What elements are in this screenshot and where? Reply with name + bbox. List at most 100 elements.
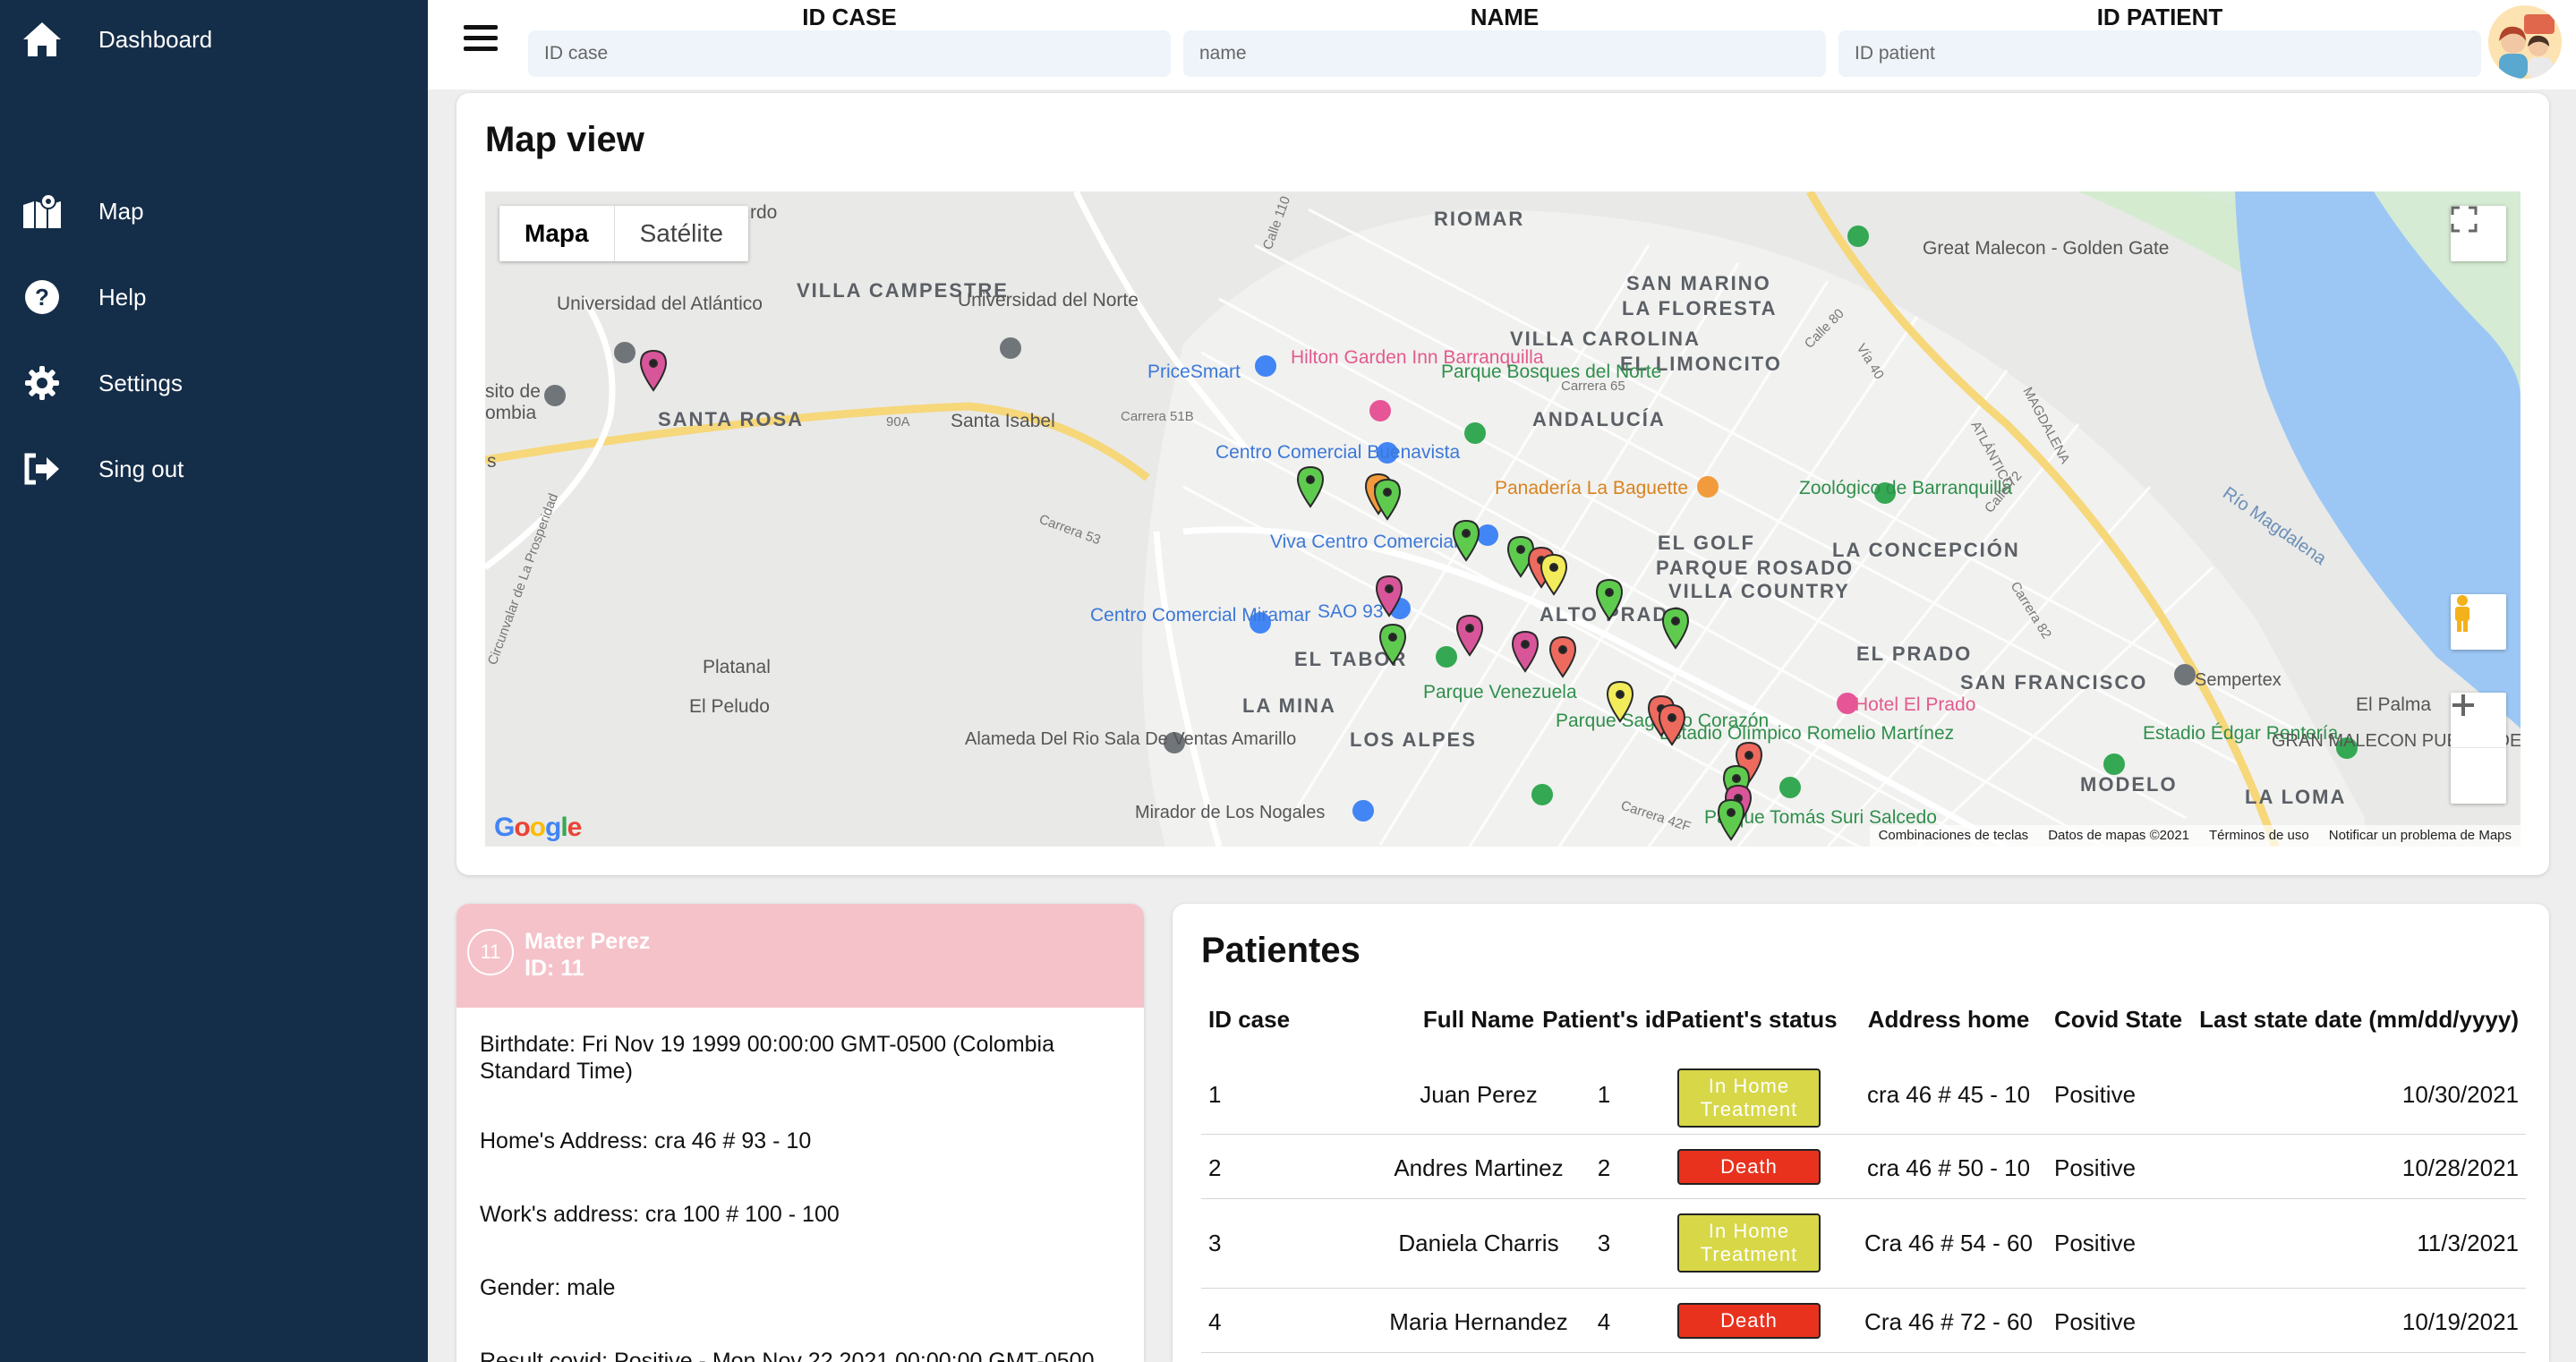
map-label: EL PRADO: [1856, 643, 1972, 665]
map-label: Hotel El Prado: [1855, 694, 1975, 715]
map-type-satellite[interactable]: Satélite: [613, 206, 748, 261]
fullscreen-icon[interactable]: [2451, 206, 2506, 261]
sidebar-item-label: Map: [98, 197, 144, 225]
search-id-case: ID CASE: [528, 0, 1171, 77]
patient-birthdate: Birthdate: Fri Nov 19 1999 00:00:00 GMT-…: [480, 1032, 1055, 1084]
sidebar-item-map[interactable]: Map: [0, 175, 428, 247]
cell-last-date: 11/3/2021: [2417, 1230, 2519, 1256]
sidebar-item-signout[interactable]: Sing out: [0, 433, 428, 505]
terms-link[interactable]: Términos de uso: [2209, 828, 2309, 844]
map-label: Centro Comercial Miramar: [1090, 605, 1310, 626]
map-card: Map view RIOMAR VILLA CAMPESTRE SANTA RO…: [456, 93, 2549, 875]
cell-last-date: 10/19/2021: [2401, 1308, 2519, 1335]
map-label: Zoológico de Barranquilla: [1799, 478, 2012, 498]
sidebar-item-label: Settings: [98, 369, 183, 396]
zoom-control: [2451, 693, 2506, 804]
table-row[interactable]: 2 Andres Martinez 2 Death cra 46 # 50 - …: [1201, 1135, 2526, 1199]
map-label: Mirador de Los Nogales: [1135, 803, 1325, 822]
cell-covid-state: Positive: [2054, 1308, 2137, 1335]
sidebar-item-settings[interactable]: Settings: [0, 347, 428, 419]
table-row[interactable]: 4 Maria Hernandez 4 Death Cra 46 # 72 - …: [1201, 1289, 2526, 1353]
id-patient-input[interactable]: [1838, 30, 2481, 77]
keyboard-shortcuts-link[interactable]: Combinaciones de teclas: [1879, 828, 2029, 844]
cell-covid-state: Positive: [2054, 1230, 2137, 1256]
menu-icon[interactable]: [464, 25, 498, 57]
map-label: LA FLORESTA: [1622, 297, 1778, 319]
column-header: Covid State: [2054, 1006, 2183, 1033]
patient-gender: Gender: male: [480, 1275, 616, 1300]
map-label: Viva Centro Comercial: [1270, 532, 1458, 552]
top-bar: ID CASE NAME ID PATIENT: [428, 0, 2576, 89]
google-logo: Google: [494, 813, 582, 842]
map-type-map[interactable]: Mapa: [499, 206, 614, 261]
map-label: Universidad del Norte: [958, 290, 1139, 311]
gear-icon: [20, 361, 64, 405]
map-label: Great Malecon - Golden Gate: [1923, 238, 2169, 259]
help-icon: ?: [20, 275, 64, 319]
id-case-input[interactable]: [528, 30, 1171, 77]
map-label: MODELO: [2080, 773, 2178, 796]
map-label: Centro Comercial Buenavista: [1215, 442, 1460, 463]
sidebar-item-help[interactable]: ? Help: [0, 261, 428, 333]
status-badge: In Home Treatment: [1677, 1068, 1821, 1128]
cell-id-case: 1: [1208, 1081, 1222, 1108]
map-label: PriceSmart: [1147, 362, 1241, 382]
patient-covid-result: Result covid: Positive - Mon Nov 22 2021…: [480, 1349, 1095, 1362]
map-data-credit: Datos de mapas ©2021: [2048, 828, 2190, 843]
map-label: sito de: [485, 381, 541, 402]
map-label: SAN MARINO: [1626, 272, 1771, 294]
search-label: ID PATIENT: [2096, 4, 2223, 30]
cell-patient-id: 3: [1597, 1230, 1611, 1256]
map-label: Parque Bosques del Norte: [1441, 362, 1661, 382]
map-label: RIOMAR: [1434, 208, 1524, 230]
report-problem-link[interactable]: Notificar un problema de Maps: [2329, 828, 2512, 844]
map-label: Platanal: [703, 657, 771, 677]
zoom-out-icon[interactable]: [2451, 703, 2506, 804]
cell-covid-state: Positive: [2054, 1081, 2137, 1108]
cell-address: cra 46 # 50 - 10: [1866, 1154, 2031, 1181]
map-label: Parque Venezuela: [1423, 682, 1577, 702]
map-label: LA LOMA: [2245, 786, 2346, 808]
status-badge: Death: [1677, 1303, 1821, 1339]
search-name: NAME: [1183, 0, 1826, 77]
table-row[interactable]: 1 Juan Perez 1 In Home Treatment cra 46 …: [1201, 1056, 2526, 1135]
patient-work-address: Work's address: cra 100 # 100 - 100: [480, 1202, 840, 1227]
map-label: ANDALUCÍA: [1532, 408, 1666, 430]
cell-id-case: 3: [1208, 1230, 1222, 1256]
sidebar-item-dashboard[interactable]: Dashboard: [0, 4, 428, 75]
status-badge: In Home Treatment: [1677, 1213, 1821, 1273]
map-label: LOS ALPES: [1350, 728, 1477, 751]
patient-card-header: 11 Mater Perez ID: 11: [456, 904, 1144, 1008]
cell-patient-id: 1: [1597, 1081, 1611, 1108]
cell-last-date: 10/28/2021: [2401, 1154, 2519, 1181]
table-row[interactable]: 3 Daniela Charris 3 In Home Treatment Cr…: [1201, 1199, 2526, 1289]
sidebar-item-label: Help: [98, 283, 147, 311]
avatar[interactable]: [2488, 5, 2562, 79]
cell-id-case: 4: [1208, 1308, 1222, 1335]
map-label: El Peludo: [689, 696, 770, 717]
patients-card: Patientes ID case Full Name Patient's id…: [1173, 904, 2549, 1362]
map-label: ombia: [485, 403, 537, 423]
cell-last-date: 10/30/2021: [2401, 1081, 2519, 1108]
patient-id: ID: 11: [525, 956, 584, 981]
map-label: SAN FRANCISCO: [1960, 671, 2147, 694]
name-input[interactable]: [1183, 30, 1826, 77]
map-view[interactable]: RIOMAR VILLA CAMPESTRE SANTA ROSA SAN MA…: [485, 192, 2521, 847]
map-label: Carrera 51B: [1121, 409, 1194, 424]
table-row[interactable]: [1201, 1353, 2526, 1362]
cell-covid-state: Positive: [2054, 1154, 2137, 1181]
map-label: Alameda Del Rio Sala De Ventas Amarillo: [965, 729, 1296, 749]
map-canvas[interactable]: RIOMAR VILLA CAMPESTRE SANTA ROSA SAN MA…: [485, 192, 2521, 847]
map-title: Map view: [485, 120, 644, 159]
table-header: ID case Full Name Patient's id Patient's…: [1201, 993, 2526, 1056]
patient-card: 11 Mater Perez ID: 11 Birthdate: Fri Nov…: [456, 904, 1144, 1362]
map-label: PARQUE ROSADO: [1656, 557, 1854, 579]
street-view-icon[interactable]: [2451, 594, 2506, 650]
map-label: 90A: [886, 414, 910, 430]
column-header: Address home: [1867, 1006, 2030, 1033]
map-label: Panadería La Baguette: [1495, 478, 1688, 498]
map-label: Santa Isabel: [951, 411, 1055, 431]
status-badge: Death: [1677, 1149, 1821, 1185]
column-header: Patient's status: [1666, 1006, 1838, 1033]
cell-patient-id: 4: [1597, 1308, 1611, 1335]
